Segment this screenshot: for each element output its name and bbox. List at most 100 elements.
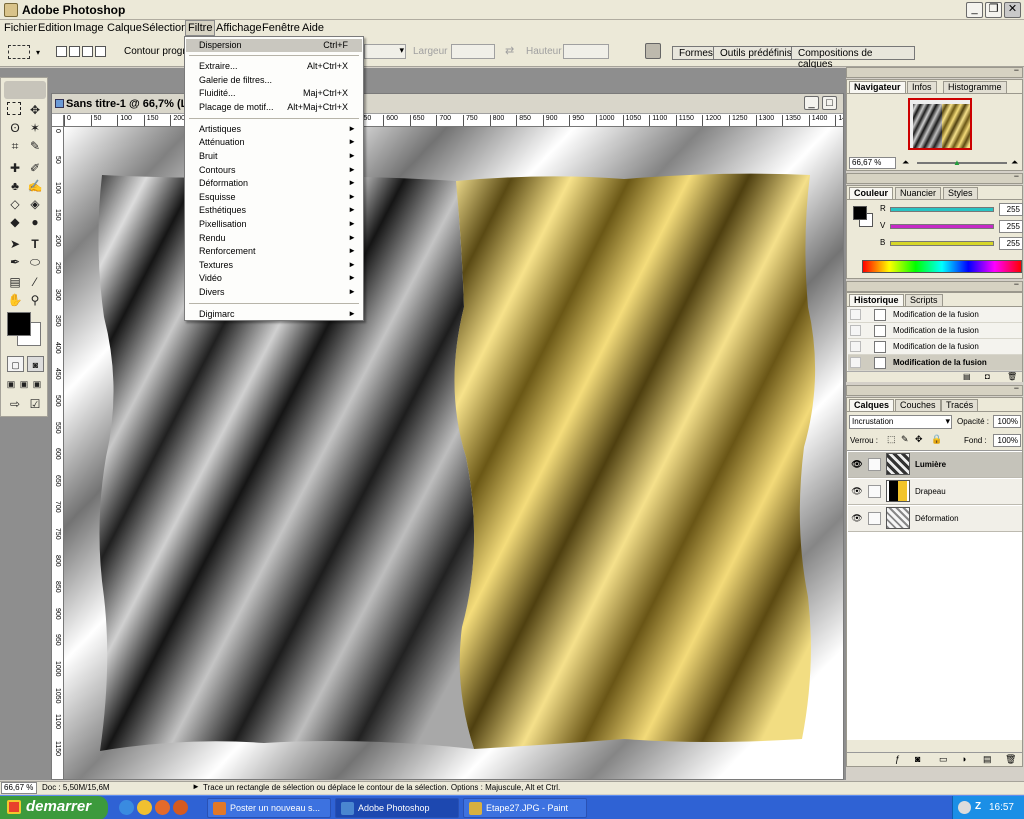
menu-filtre[interactable]: Filtre [185,20,216,36]
task-poster[interactable]: Poster un nouveau s... [207,798,331,818]
menu-item-submenu[interactable]: Rendu ► [186,232,362,245]
layer-row-lumiere[interactable]: 👁 Lumière [848,452,1022,478]
healing-brush-icon[interactable]: ✚ [7,160,23,176]
delete-layer-icon[interactable]: 🗑 [1005,754,1016,765]
channel-b-value[interactable]: 255 [999,237,1023,250]
minimize-button[interactable]: _ [966,2,983,18]
eye-icon[interactable]: 👁 [851,459,863,470]
menu-item-filter[interactable]: Extraire... Alt+Ctrl+X [186,60,362,73]
shape-tool-icon[interactable]: ⬭ [27,254,43,270]
style-select[interactable]: ▾ [364,44,406,59]
menu-fichier[interactable]: Fichier [4,22,37,34]
navigator-thumbnail[interactable] [908,98,972,150]
brush-link-icon[interactable] [868,512,881,525]
restore-button[interactable]: ❐ [985,2,1002,18]
task-photoshop[interactable]: Adobe Photoshop [335,798,459,818]
layer-row-deformation[interactable]: 👁 Déformation [848,506,1022,532]
hand-tool-icon[interactable]: ✋ [7,292,23,308]
channel-r-value[interactable]: 255 [999,203,1023,216]
opacity-input[interactable]: 100% [993,415,1021,428]
start-button[interactable]: demarrer [0,796,108,819]
history-brush-icon[interactable]: ✍ [27,178,43,194]
media-quicklaunch-icon[interactable] [137,800,152,815]
tab-nuancier[interactable]: Nuancier [895,187,942,199]
menu-item-filter[interactable]: Galerie de filtres... [186,74,362,87]
tab-couleur[interactable]: Couleur [849,187,894,199]
eye-icon[interactable]: 👁 [851,513,863,524]
menu-image[interactable]: Image [73,22,104,34]
browser-quicklaunch-icon[interactable] [173,800,188,815]
well-compositions[interactable]: Compositions de calques [791,46,915,70]
channel-b-slider[interactable] [890,241,994,246]
doc-minimize-button[interactable]: _ [804,96,819,110]
tab-styles[interactable]: Styles [943,187,978,199]
paint-bucket-icon[interactable]: ◈ [27,196,43,212]
menu-item-submenu[interactable]: Contours ► [186,164,362,177]
lock-position-icon[interactable]: ✥ [915,434,923,445]
eraser-tool-icon[interactable]: ◇ [7,196,23,212]
screen-mode-1-icon[interactable]: ▣ [5,376,17,392]
menu-item-submenu[interactable]: Bruit ► [186,150,362,163]
menu-item-submenu[interactable]: Pixellisation ► [186,218,362,231]
lock-transparency-icon[interactable]: ⬚ [887,434,896,445]
add-selection-icon[interactable] [69,46,80,57]
lock-all-icon[interactable]: 🔒 [931,434,942,445]
tab-infos[interactable]: Infos [907,81,937,93]
status-zoom-field[interactable]: 66,67 % [1,782,37,794]
standard-mode-icon[interactable]: ▢ [7,356,24,372]
blur-tool-icon[interactable]: ◆ [7,214,23,230]
menu-item-submenu[interactable]: Atténuation ► [186,136,362,149]
navigator-zoom-slider[interactable] [917,162,1007,164]
menu-item-digimarc[interactable]: Digimarc ► [186,308,362,321]
history-item-current[interactable]: Modification de la fusion [848,355,1022,371]
tray-back-icon[interactable] [958,801,971,814]
swap-icon[interactable]: ⇄ [505,44,514,57]
marquee-tool-icon[interactable] [7,102,21,115]
screen-mode-2-icon[interactable]: ▣ [18,376,30,392]
type-tool-icon[interactable]: T [27,236,43,252]
chevron-down-icon[interactable]: ▾ [36,48,40,57]
menu-item-submenu[interactable]: Artistiques ► [186,123,362,136]
lock-pixels-icon[interactable]: ✎ [901,434,909,445]
menu-affichage[interactable]: Affichage [216,22,262,34]
trash-icon[interactable]: 🗑 [1007,372,1017,381]
jump-to-imageready-icon[interactable]: ⇨ [7,396,23,412]
zoom-out-icon[interactable]: ⏶ [902,157,909,168]
layer-mask-icon[interactable]: ◙ [915,754,920,764]
menu-item-submenu[interactable]: Vidéo ► [186,272,362,285]
layer-row-drapeau[interactable]: 👁 Drapeau [848,479,1022,505]
task-paint[interactable]: Etape27.JPG - Paint [463,798,587,818]
stamp-tool-icon[interactable]: ♣ [7,178,23,194]
adjustment-layer-icon[interactable]: ◑ [961,754,966,764]
slice-tool-icon[interactable]: ✎ [27,138,43,154]
layer-style-icon[interactable]: ƒ [895,754,900,764]
notes-tool-icon[interactable]: ▤ [7,274,23,290]
doc-size-info[interactable]: Doc : 5,50M/15,6M [42,783,110,792]
tab-navigateur[interactable]: Navigateur [849,81,906,93]
menu-item-submenu[interactable]: Déformation ► [186,177,362,190]
blend-mode-select[interactable]: Incrustation ▾ [849,415,952,429]
zoom-tool-icon[interactable]: ⚲ [27,292,43,308]
move-tool-icon[interactable]: ✥ [27,102,43,118]
dodge-tool-icon[interactable]: ● [27,214,43,230]
new-layer-icon[interactable]: ▤ [983,754,992,765]
history-item[interactable]: Modification de la fusion [848,339,1022,355]
tab-scripts[interactable]: Scripts [905,294,943,306]
zoom-in-icon[interactable]: ⏶ [1011,157,1018,168]
lasso-tool-icon[interactable]: ʘ [7,120,23,136]
menu-item-filter[interactable]: Placage de motif... Alt+Maj+Ctrl+X [186,101,362,114]
eye-icon[interactable]: 👁 [851,486,863,497]
history-item[interactable]: Modification de la fusion [848,307,1022,323]
hauteur-input[interactable] [563,44,609,59]
menu-item-submenu[interactable]: Textures ► [186,259,362,272]
firefox-quicklaunch-icon[interactable] [155,800,170,815]
menu-item-submenu[interactable]: Renforcement ► [186,245,362,258]
fill-input[interactable]: 100% [993,434,1021,447]
brush-link-icon[interactable] [868,485,881,498]
largeur-input[interactable] [451,44,495,59]
path-selection-icon[interactable]: ➤ [7,236,23,252]
layers-panel-bar[interactable]: − [846,383,1023,396]
channel-r-slider[interactable] [890,207,994,212]
menu-calque[interactable]: Calque [107,22,142,34]
menu-item-filter[interactable]: Fluidité... Maj+Ctrl+X [186,87,362,100]
